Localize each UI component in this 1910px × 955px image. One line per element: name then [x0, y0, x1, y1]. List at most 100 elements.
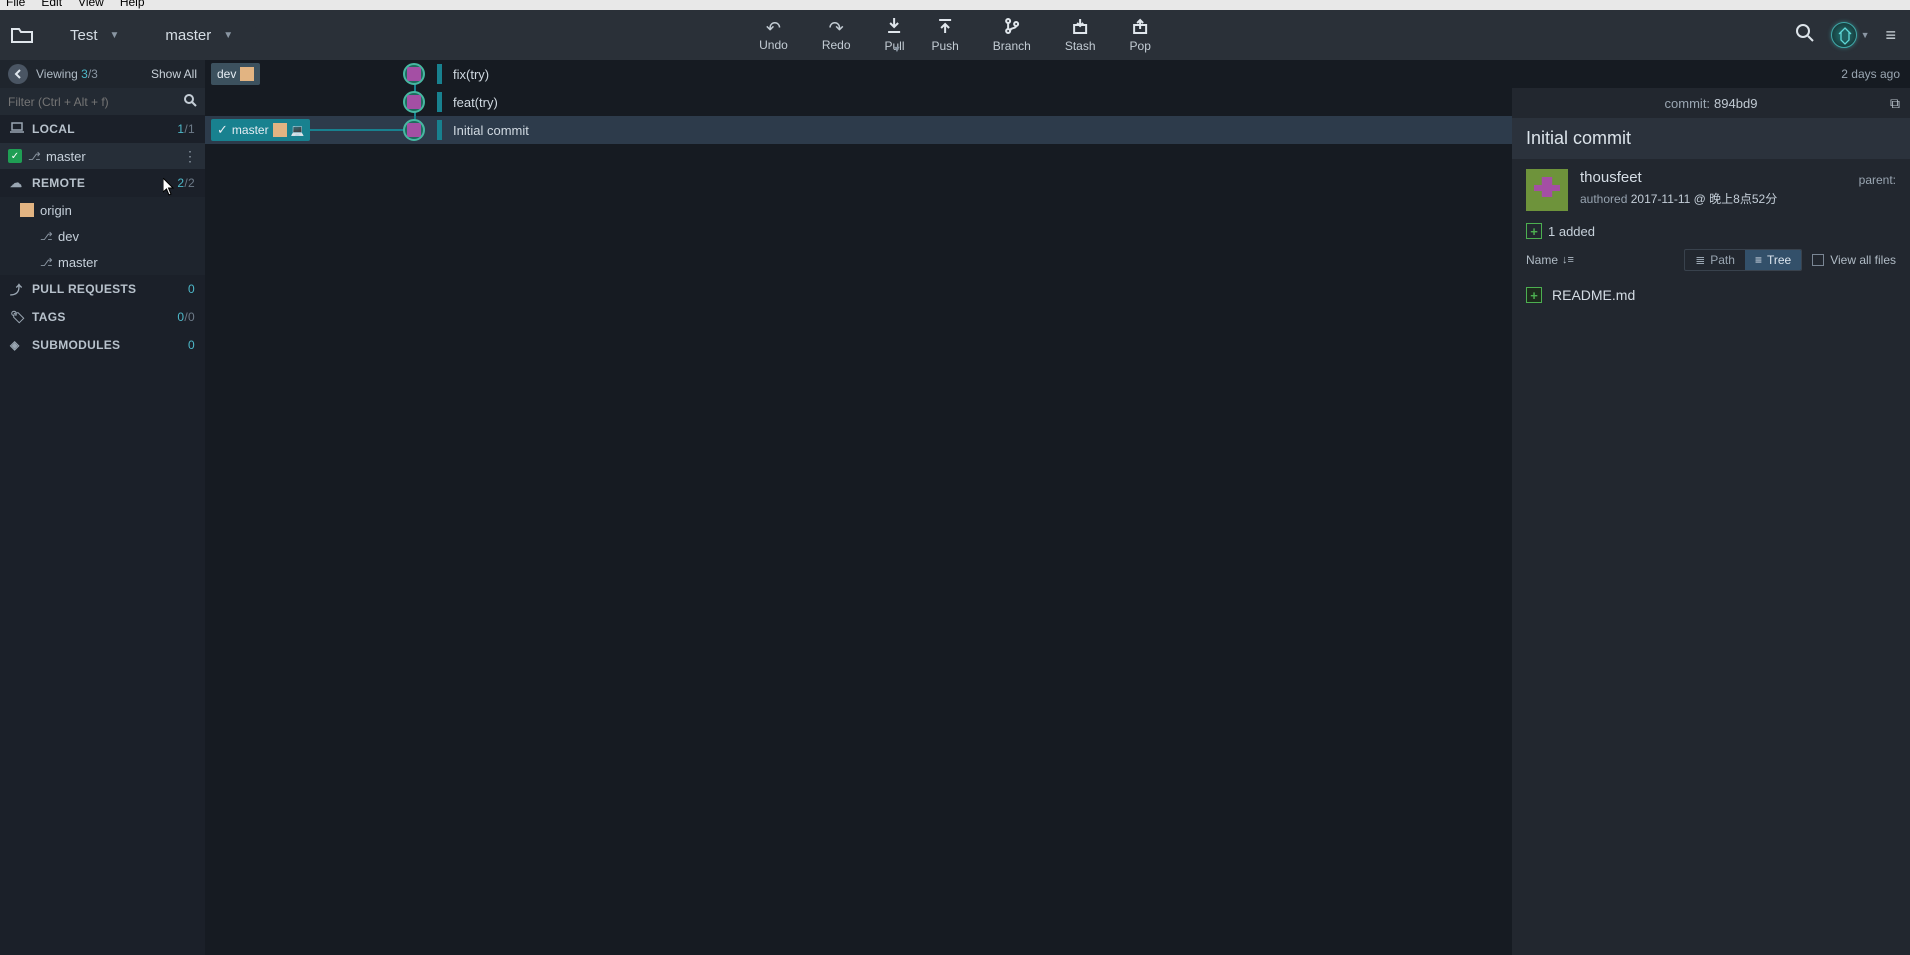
commit-row[interactable]: ✓ master 💻 Initial commit [205, 116, 1512, 144]
section-label: PULL REQUESTS [32, 282, 136, 296]
caret-down-icon[interactable]: ▼ [1861, 30, 1870, 40]
section-pullreq[interactable]: ⤴ PULL REQUESTS 0 [0, 275, 205, 303]
checkmark-icon: ✓ [217, 122, 228, 138]
branch-name: master [46, 149, 86, 164]
commit-message: fix(try) [453, 67, 489, 82]
commit-author-block: thousfeet authored 2017-11-11 @ 晚上8点52分 … [1512, 159, 1910, 215]
stash-button[interactable]: Stash [1061, 10, 1100, 60]
remote-branch-dev[interactable]: ⎇ dev [0, 223, 205, 249]
remote-total: /2 [184, 176, 195, 190]
authored-date: 2017-11-11 @ 晚上8点52分 [1631, 192, 1777, 206]
commit-message: Initial commit [453, 123, 529, 138]
commit-graph-segment [395, 116, 455, 144]
file-row[interactable]: + README.md [1512, 279, 1910, 311]
branch-name: master [58, 255, 98, 270]
remote-name: origin [40, 203, 72, 218]
name-column-header[interactable]: Name ↓≡ [1526, 253, 1574, 267]
redo-icon: ↷ [829, 18, 844, 38]
path-label: Path [1710, 253, 1735, 267]
caret-down-icon: ▼ [110, 30, 120, 41]
more-icon[interactable]: ⋮ [183, 148, 197, 165]
section-remote[interactable]: ☁ REMOTE 2/2 [0, 169, 205, 197]
added-count: 1 added [1548, 224, 1595, 239]
checkbox-icon [1812, 254, 1824, 266]
menu-file[interactable]: File [6, 0, 25, 6]
branch-button[interactable]: Branch [989, 10, 1035, 60]
branch-tag-label: master [232, 123, 269, 137]
commit-hash-label: commit: [1665, 96, 1711, 111]
caret-down-icon[interactable]: ▼ [893, 44, 902, 54]
sidebar: LOCAL 1/1 ✓ ⎇ master ⋮ ☁ REMOTE 2/2 orig… [0, 88, 205, 955]
menu-view[interactable]: View [78, 0, 104, 6]
local-total: /1 [184, 122, 195, 136]
remote-branch-master[interactable]: ⎇ master [0, 249, 205, 275]
hamburger-icon[interactable]: ≡ [1885, 25, 1896, 46]
undo-icon: ↶ [766, 18, 781, 38]
branch-icon: ⎇ [40, 256, 52, 269]
name-col-label: Name [1526, 253, 1558, 267]
plus-icon: + [1526, 223, 1542, 239]
section-tags[interactable]: 🏷 TAGS 0/0 [0, 303, 205, 331]
remote-avatar-icon [273, 123, 287, 137]
folder-icon[interactable] [6, 21, 38, 49]
graph-bar-icon [437, 92, 442, 112]
local-branch-master[interactable]: ✓ ⎇ master ⋮ [0, 143, 205, 169]
graph-bar-icon [437, 64, 442, 84]
commit-hash-bar: commit: 894bd9 ⧉ [1512, 88, 1910, 118]
view-mode-segment: ≣Path ≡Tree [1684, 249, 1802, 271]
undo-button[interactable]: ↶Undo [755, 10, 792, 60]
commit-graph-segment [395, 60, 455, 88]
redo-button[interactable]: ↷Redo [818, 10, 855, 60]
checkmark-icon: ✓ [8, 149, 22, 163]
push-button[interactable]: Push [927, 10, 962, 60]
branch-tag-dev[interactable]: dev [211, 63, 260, 85]
caret-down-icon: ▼ [223, 30, 233, 41]
commit-message: feat(try) [453, 95, 498, 110]
submodule-icon: ◈ [10, 338, 26, 352]
view-all-files-toggle[interactable]: View all files [1812, 253, 1896, 267]
crumb-repo[interactable]: Test ▼ [52, 10, 133, 60]
menu-edit[interactable]: Edit [41, 0, 62, 6]
branch-icon: ⎇ [40, 230, 52, 243]
show-all-button[interactable]: Show All [151, 67, 197, 81]
back-button[interactable] [8, 64, 28, 84]
search-icon[interactable] [183, 93, 197, 110]
viewing-total: /3 [88, 67, 98, 81]
submodule-count: 0 [188, 338, 195, 352]
filter-row [0, 88, 205, 115]
laptop-icon [10, 122, 26, 137]
viewing-label: Viewing [36, 67, 78, 81]
section-local[interactable]: LOCAL 1/1 [0, 115, 205, 143]
section-label: REMOTE [32, 176, 85, 190]
redo-label: Redo [822, 38, 851, 52]
toolbar: ↶Undo ↷Redo Pull ▼ Push Branch Stash Pop [755, 10, 1155, 60]
file-added-icon: + [1526, 287, 1542, 303]
viewing-count: 3 [81, 67, 88, 81]
tree-icon: ≡ [1755, 253, 1762, 267]
path-mode-button[interactable]: ≣Path [1685, 250, 1745, 270]
section-label: TAGS [32, 310, 66, 324]
tag-total: /0 [184, 310, 195, 324]
push-label: Push [931, 39, 958, 53]
pop-icon [1132, 17, 1148, 39]
branch-tag-master[interactable]: ✓ master 💻 [211, 119, 310, 141]
profile-avatar[interactable] [1831, 22, 1857, 48]
crumb-sep-icon [133, 10, 147, 60]
commit-row[interactable]: dev fix(try) 2 days ago [205, 60, 1910, 88]
external-link-icon[interactable]: ⧉ [1890, 95, 1900, 112]
remote-origin[interactable]: origin [0, 197, 205, 223]
menu-help[interactable]: Help [120, 0, 145, 6]
section-submodules[interactable]: ◈ SUBMODULES 0 [0, 331, 205, 359]
commit-graph-segment [395, 88, 455, 116]
tag-icon: 🏷 [10, 310, 26, 324]
stash-label: Stash [1065, 39, 1096, 53]
pop-button[interactable]: Pop [1126, 10, 1155, 60]
commit-row[interactable]: feat(try) [205, 88, 1512, 116]
search-icon[interactable] [1795, 23, 1815, 48]
tree-mode-button[interactable]: ≡Tree [1745, 250, 1801, 270]
author-name: thousfeet [1580, 169, 1847, 186]
filter-input[interactable] [8, 95, 158, 109]
cloud-icon: ☁ [10, 176, 26, 190]
branch-icon: ⎇ [28, 150, 40, 163]
crumb-branch[interactable]: master ▼ [147, 10, 247, 60]
